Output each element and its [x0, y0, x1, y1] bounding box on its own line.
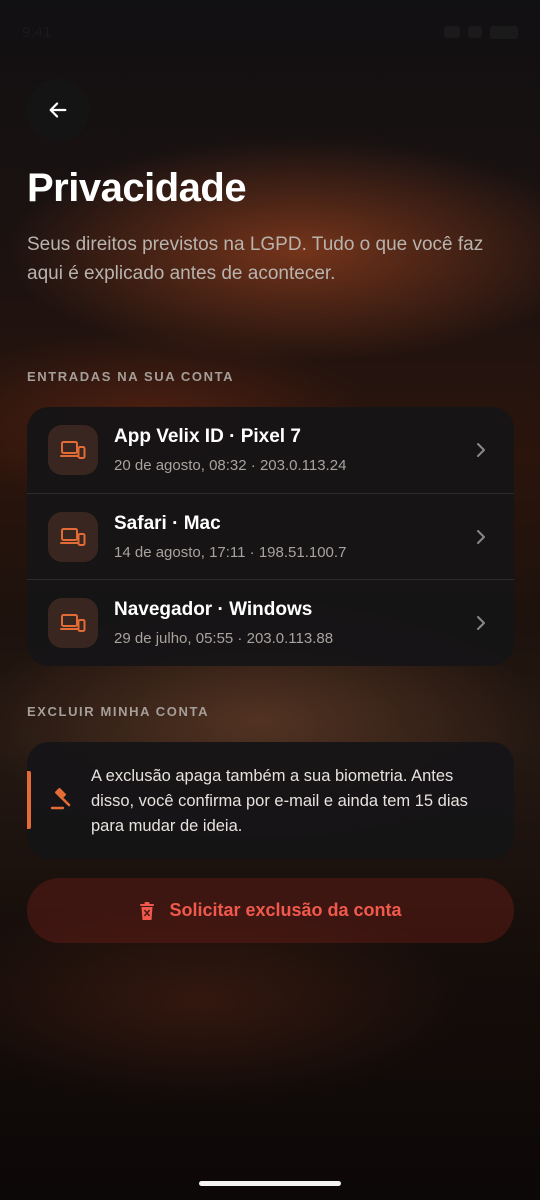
session-row[interactable]: Navegador · Windows 29 de julho, 05:55 ·…	[27, 579, 514, 665]
wifi-icon	[444, 26, 460, 38]
status-icons	[444, 25, 518, 39]
devices-icon	[48, 425, 98, 475]
request-deletion-button[interactable]: Solicitar exclusão da conta	[27, 878, 514, 943]
sessions-section-label: ENTRADAS NA SUA CONTA	[27, 369, 235, 384]
trash-icon	[140, 901, 155, 920]
battery-icon	[490, 25, 518, 39]
arrow-left-icon	[49, 102, 67, 118]
session-name: App Velix ID · Pixel 7	[114, 426, 301, 447]
devices-icon	[48, 511, 98, 562]
session-meta: 29 de julho, 05:55 · 203.0.113.88	[114, 629, 334, 647]
chevron-right-icon	[477, 443, 485, 457]
deletion-warning-text: A exclusão apaga também a sua biometria.…	[91, 767, 468, 835]
page-title: Privacidade	[27, 166, 247, 210]
chevron-right-icon	[477, 530, 485, 544]
home-indicator[interactable]	[199, 1181, 341, 1186]
session-name: Safari · Mac	[114, 512, 221, 534]
session-meta: 14 de agosto, 17:11 · 198.51.100.7	[114, 543, 347, 561]
status-bar: 9:41	[0, 0, 540, 64]
deletion-warning-card: A exclusão apaga também a sua biometria.…	[27, 742, 514, 859]
gavel-icon	[50, 787, 71, 810]
session-name: Navegador · Windows	[114, 598, 313, 620]
devices-icon	[48, 597, 98, 648]
warning-accent-bar	[27, 771, 31, 829]
session-row[interactable]: App Velix ID · Pixel 7 20 de agosto, 08:…	[27, 407, 514, 493]
delete-section-label: EXCLUIR MINHA CONTA	[27, 704, 210, 719]
chevron-right-icon	[477, 616, 485, 630]
status-time: 9:41	[22, 23, 52, 41]
back-button[interactable]	[27, 79, 89, 141]
signal-icon	[468, 26, 482, 38]
request-deletion-label: Solicitar exclusão da conta	[169, 900, 402, 920]
session-row[interactable]: Safari · Mac 14 de agosto, 17:11 · 198.5…	[27, 493, 514, 579]
page-subtitle: Seus direitos previstos na LGPD. Tudo o …	[27, 234, 484, 284]
session-meta: 20 de agosto, 08:32 · 203.0.113.24	[114, 457, 347, 474]
sessions-list: App Velix ID · Pixel 7 20 de agosto, 08:…	[27, 407, 514, 666]
